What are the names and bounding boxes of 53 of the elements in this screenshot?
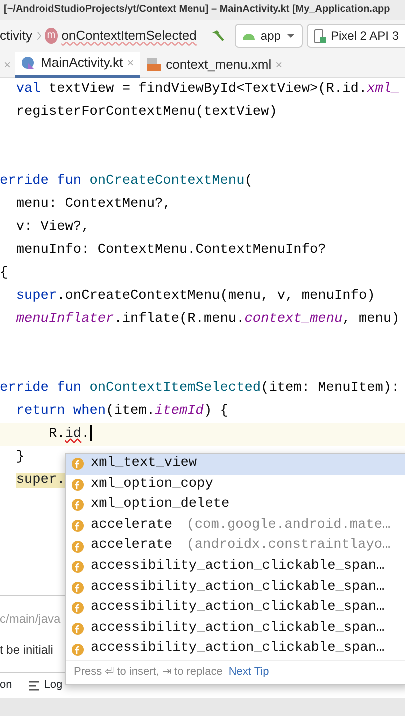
field-icon — [71, 498, 85, 512]
code-line: erride fun onCreateContextMenu( — [0, 173, 253, 191]
device-dropdown[interactable]: Pixel 2 API 3 — [306, 24, 405, 48]
code-line: v: View?, — [15, 219, 90, 237]
completion-item[interactable]: xml_text_view — [66, 454, 405, 475]
code-line: registerForContextMenu(textView) — [15, 104, 278, 122]
editor-tab[interactable]: MainActivity.kt — [41, 53, 124, 73]
completion-item[interactable]: accessibility_action_clickable_span… — [66, 578, 405, 598]
code-line: menuInflater.inflate(R.menu.context_menu, menu) — [15, 311, 400, 329]
field-icon — [71, 560, 85, 574]
completion-item[interactable]: accelerate (androidx.constraintlayo… — [66, 536, 405, 557]
completion-item[interactable]: xml_option_delete — [66, 495, 405, 516]
completion-item[interactable]: accessibility_action_clickable_span… — [66, 639, 405, 660]
field-icon — [71, 642, 85, 657]
caret-icon — [286, 33, 296, 39]
completion-item[interactable]: accessibility_action_clickable_span… — [66, 556, 405, 578]
phone-icon — [314, 28, 326, 44]
code-line: menu: ContextMenu?, — [15, 196, 172, 214]
module-dropdown[interactable]: app — [234, 24, 303, 48]
completion-item[interactable]: accelerate (com.google.android.mate… — [66, 516, 405, 536]
file-path: c/main/java — [0, 611, 61, 628]
completion-item[interactable]: xml_option_copy — [66, 474, 405, 496]
field-icon — [71, 457, 85, 472]
field-icon — [71, 580, 85, 595]
code-line: { — [0, 265, 8, 283]
tool-window-tab[interactable]: Log — [44, 677, 63, 694]
field-icon — [71, 601, 85, 616]
android-icon — [242, 31, 256, 41]
error-message: t be initiali — [0, 642, 54, 659]
completion-item[interactable]: accessibility_action_clickable_span… — [66, 598, 405, 619]
field-icon — [71, 478, 85, 492]
field-icon — [71, 519, 85, 534]
editor-tab[interactable]: context_menu.xml — [166, 54, 272, 74]
completion-item[interactable]: accessibility_action_clickable_span… — [66, 618, 405, 640]
next-tip-link[interactable]: Next Tip — [228, 664, 270, 681]
field-icon — [71, 622, 85, 636]
hint-text: Press ⏎ to insert, ⇥ to replace — [74, 665, 223, 680]
breadcrumb-item[interactable]: ctivity — [0, 26, 32, 46]
xml-file-icon — [146, 57, 162, 72]
code-line: } — [15, 449, 24, 467]
hammer-icon — [210, 28, 225, 44]
code-line: super.onCreateContextMenu(menu, v, menuInfo) — [15, 288, 376, 306]
code-line: R.id. — [48, 426, 90, 444]
code-line: return when(item.itemId) { — [15, 403, 228, 421]
breadcrumb-item[interactable]: onContextItemSelected — [62, 26, 197, 46]
tool-window-tab[interactable]: on — [0, 677, 12, 694]
field-icon — [71, 540, 85, 554]
code-line: val textView = findViewById<TextView>(R.id.xml_ — [15, 81, 400, 99]
window-title: [~/AndroidStudioProjects/yt/Context Menu] – MainActivity.kt [My_Application.app — [0, 0, 405, 20]
method-icon: m — [45, 28, 58, 44]
code-line: erride fun onContextItemSelected(item: MenuItem): — [0, 380, 400, 398]
chevron-icon — [36, 30, 42, 42]
code-line: menuInfo: ContextMenu.ContextMenuInfo? — [15, 242, 326, 260]
